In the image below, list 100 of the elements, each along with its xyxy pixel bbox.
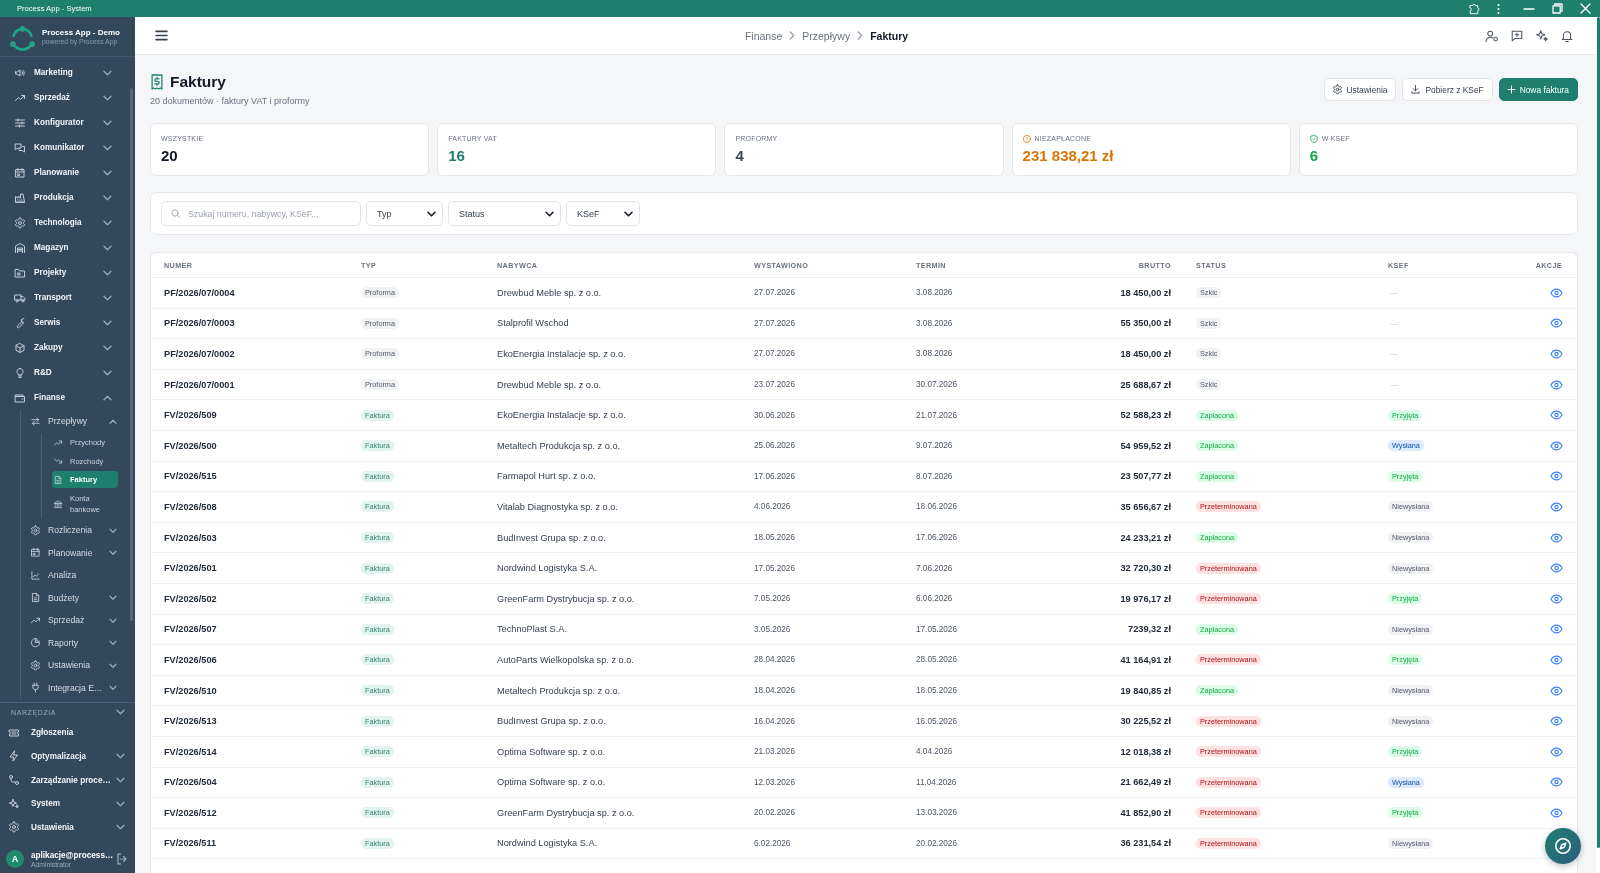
close-icon[interactable] [1581,4,1590,13]
table-cell: 20.02.2026 [754,808,795,818]
trend-up-icon [15,92,25,103]
chat-plus-icon[interactable] [1511,29,1523,42]
eye-icon[interactable] [1551,350,1562,358]
settings-icon [1332,85,1342,94]
table-cell: 27.07.2026 [754,318,795,328]
menu-icon[interactable] [156,31,167,40]
nav-item[interactable]: Magazyn [0,235,116,260]
eye-icon[interactable] [1551,411,1562,420]
table-cell: 18.05.2026 [754,533,795,543]
eye-icon[interactable] [1551,686,1562,695]
table-cell: 21 662,49 zł [1120,777,1171,788]
restore-icon[interactable] [1553,4,1562,13]
eye-icon[interactable] [1551,441,1562,450]
nav-item[interactable]: Rozliczenia [21,519,116,542]
stat-value: 4 [735,147,745,165]
table-cell: TechnoPlast S.A. [497,624,567,635]
table-cell: PF/2026/07/0001 [164,379,235,390]
nav-item[interactable]: Raporty [21,631,116,654]
table-cell: 7239,32 zł [1128,624,1171,635]
calendar-icon [31,548,40,558]
table-cell: FV/2026/506 [164,654,217,665]
action-button[interactable]: Ustawienia [1323,78,1397,101]
table-cell: 27.07.2026 [754,349,795,359]
table-cell: 7.05.2026 [754,594,791,604]
nav-item[interactable]: Planowanie [0,160,116,185]
nav-item[interactable]: R&D [0,360,116,385]
nav-item[interactable]: Komunikator [0,135,116,160]
table-cell: FV/2026/512 [164,807,217,818]
eye-icon[interactable] [1551,625,1562,634]
nav-item[interactable]: Planowanie [21,541,116,564]
eye-icon[interactable] [1551,655,1562,664]
search-field[interactable]: Szukaj numeru, nabywcy, KSeF... [161,201,361,226]
nav-item[interactable]: Serwis [0,310,116,335]
nav-item[interactable]: Marketing [0,60,116,85]
table-cell: 19 840,85 zł [1120,685,1171,696]
nav-item[interactable]: Produkcja [0,185,116,210]
dropdown[interactable]: KSeF [566,201,640,226]
nav-item[interactable]: Ustawienia [21,654,116,677]
table-cell: 27.07.2026 [754,288,795,298]
eye-icon[interactable] [1551,380,1562,389]
compass-icon [1555,838,1571,854]
nav-item[interactable]: Technologia [0,210,116,235]
table-cell: 18.04.2026 [754,686,795,695]
table-cell: FV/2026/504 [164,777,217,788]
document-icon [31,593,40,603]
caret-icon [428,211,435,216]
dropdown[interactable]: Typ [366,201,443,226]
table-cell: 30.07.2026 [916,380,957,390]
table-cell-text: — [1389,318,1398,328]
nav-item[interactable]: Przepływy [21,410,116,433]
breadcrumb-link[interactable]: Przepływy [802,29,851,42]
page-title: Faktury [170,72,226,92]
nav-item[interactable]: Finanse [0,385,116,410]
action-button[interactable]: Pobierz z KSeF [1402,78,1493,101]
table-cell: 13.03.2026 [916,808,957,818]
person-icon[interactable] [1486,29,1498,42]
table-cell: 52 588,23 zł [1120,410,1171,421]
alert-circle-icon [1022,134,1031,143]
table-cell: FV/2026/514 [164,746,217,757]
eye-icon[interactable] [1551,502,1562,511]
eye-icon[interactable] [1551,533,1562,542]
bell-icon[interactable] [1561,29,1573,42]
nav-item[interactable]: Budżety [21,586,116,609]
nav-item[interactable]: Integracja E… [21,676,116,699]
sparkles-icon[interactable] [1536,29,1548,42]
nav-item[interactable]: Optymalizacja [0,744,135,769]
eye-icon[interactable] [1551,594,1562,603]
eye-icon[interactable] [1551,288,1562,297]
logout-icon[interactable] [118,854,126,864]
ticket-icon [9,727,19,738]
minimize-icon[interactable] [1524,7,1534,10]
table-cell: FV/2026/509 [164,410,217,421]
nav-item[interactable]: Sprzedaż [21,609,116,632]
table-cell: AutoParts Wielkopolska sp. z o.o. [497,654,634,665]
eye-icon[interactable] [1551,778,1562,787]
eye-icon[interactable] [1551,472,1562,481]
dropdown[interactable]: Status [448,201,561,226]
nav-item[interactable]: Transport [0,285,116,310]
eye-icon[interactable] [1551,717,1562,726]
eye-icon[interactable] [1551,808,1562,817]
eye-icon[interactable] [1551,319,1562,328]
eye-icon[interactable] [1551,747,1562,756]
nav-item[interactable]: Konfigurator [0,110,116,135]
nav-item[interactable]: Zakupy [0,335,116,360]
table-cell: 18.06.2026 [916,502,957,512]
table-cell: PF/2026/07/0002 [164,349,235,359]
nav-item[interactable]: System [0,791,135,816]
more-icon[interactable] [1497,3,1500,14]
nav-item[interactable]: Sprzedaż [0,85,116,110]
nav-item[interactable]: Zgłoszenia [0,721,135,745]
nav-item[interactable]: Projekty [0,260,116,285]
nav-item[interactable]: Zarządzanie proce… [0,768,135,792]
action-button[interactable]: Nowa faktura [1498,78,1578,101]
nav-item[interactable]: Analiza [21,564,116,587]
breadcrumb-link[interactable]: Finanse [744,29,783,42]
puzzle-icon[interactable] [1469,3,1479,14]
eye-icon[interactable] [1551,564,1562,573]
nav-item[interactable]: Ustawienia [0,815,135,839]
